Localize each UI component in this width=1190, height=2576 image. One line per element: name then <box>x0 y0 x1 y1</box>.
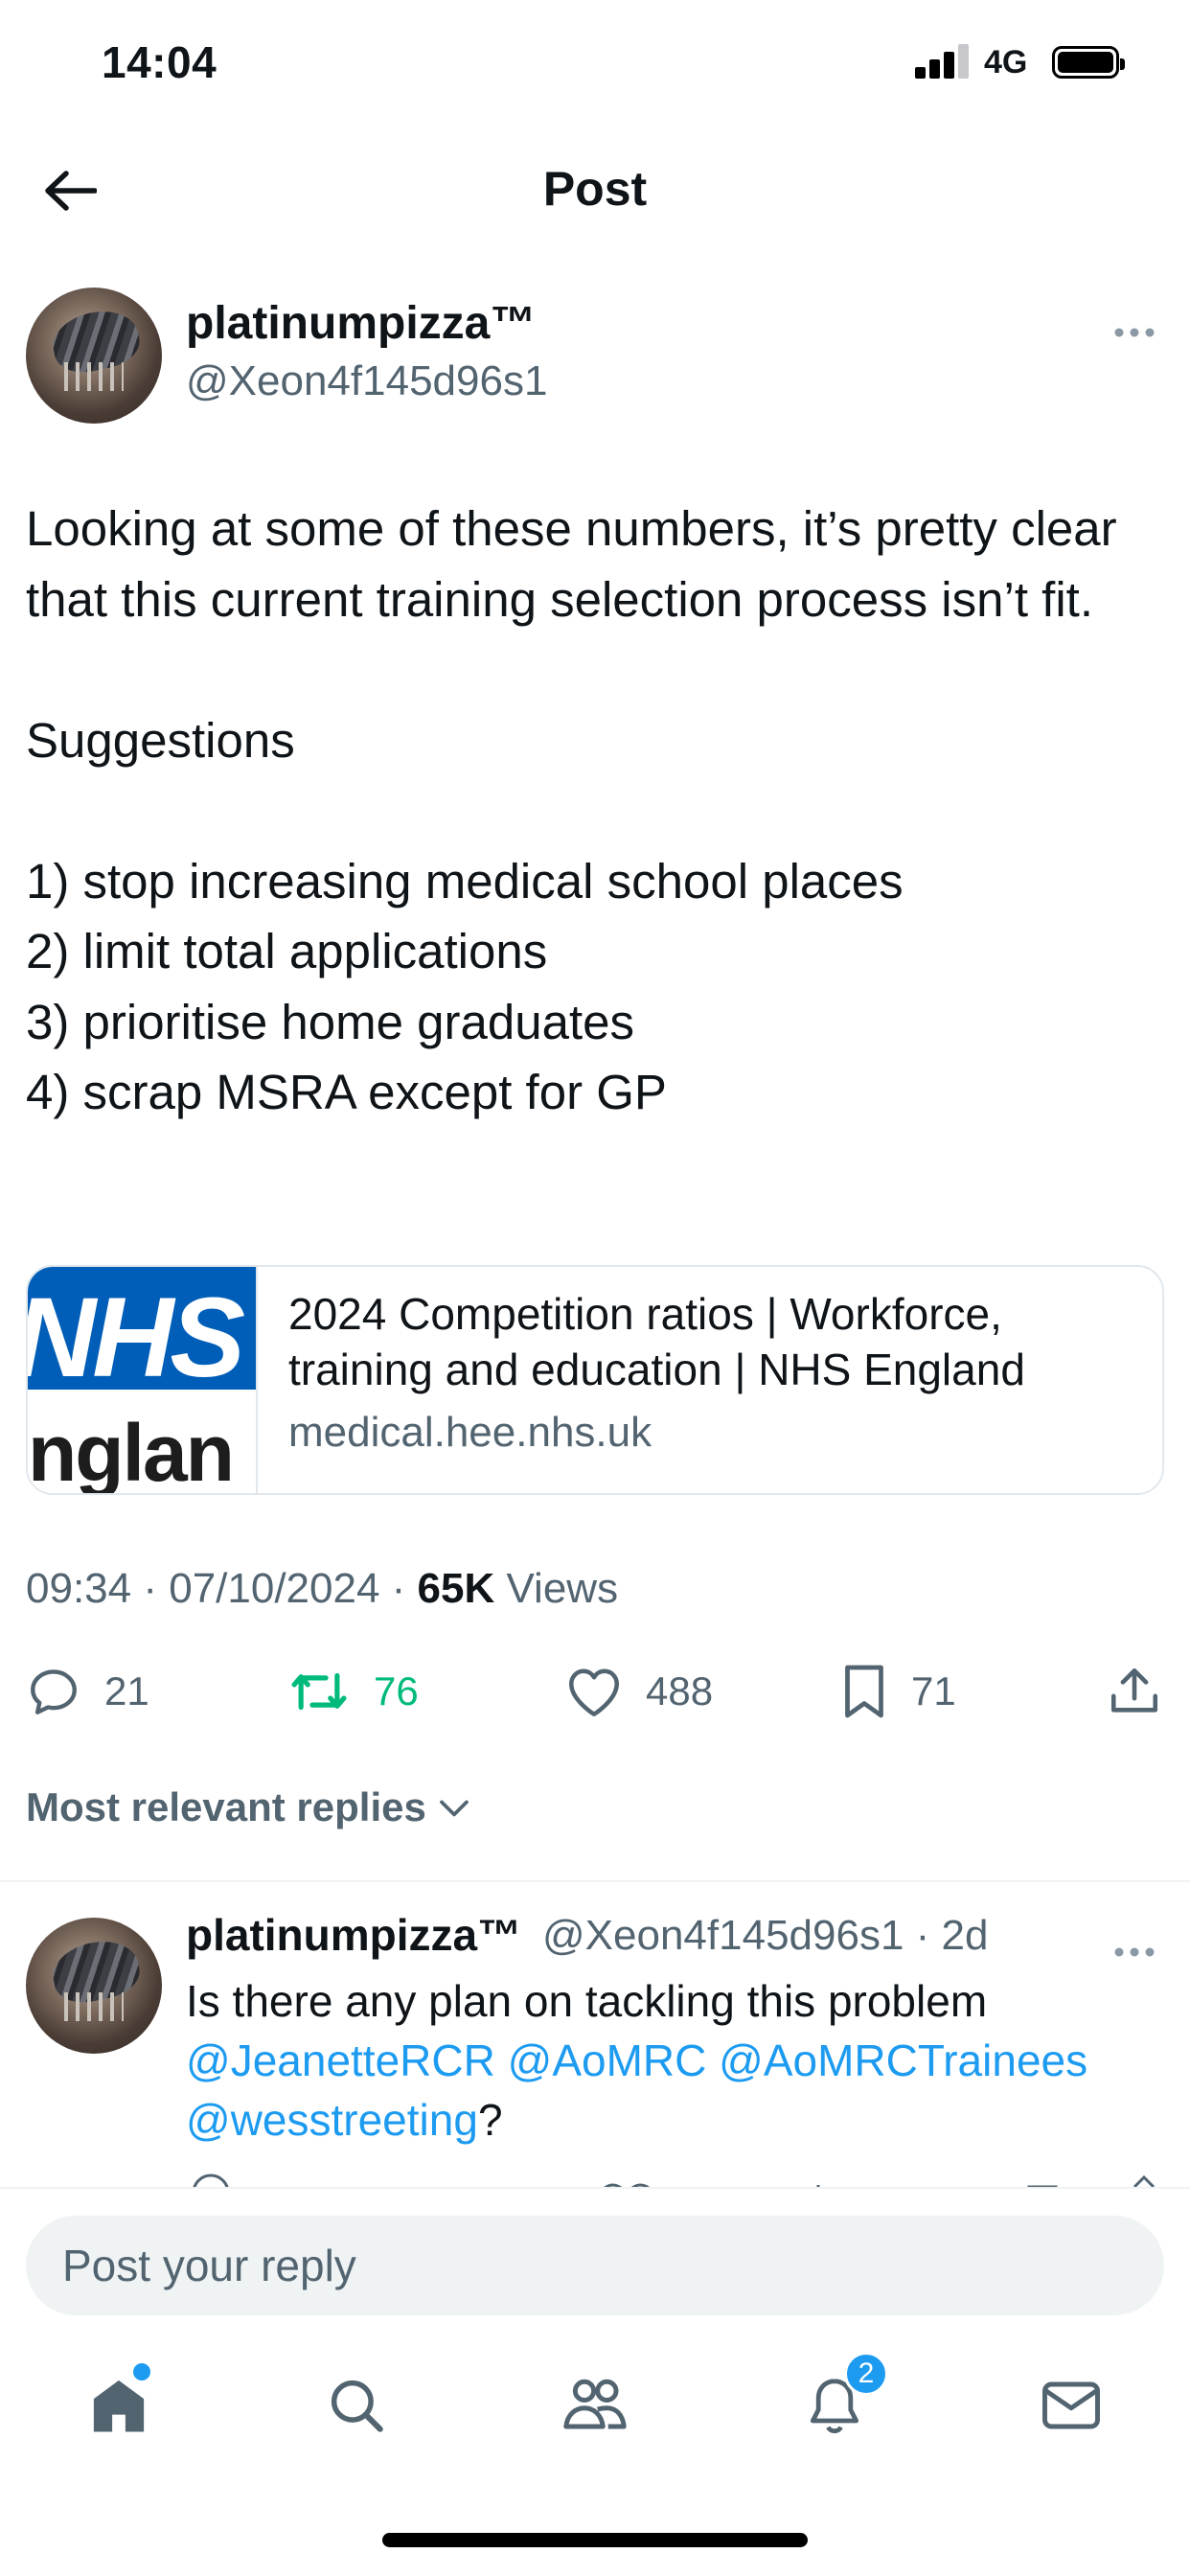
post-time: 09:34 <box>26 1565 132 1612</box>
more-options-button[interactable] <box>1113 305 1156 348</box>
author-avatar[interactable] <box>26 288 162 424</box>
share-button[interactable] <box>1107 1658 1162 1725</box>
page-title: Post <box>542 162 648 216</box>
reply-icon <box>31 1669 77 1714</box>
divider <box>0 1880 1190 1882</box>
reply-text-prefix: Is there any plan on tackling this probl… <box>186 1976 988 2026</box>
mention-link[interactable]: @AoMRC <box>508 2036 707 2085</box>
reply-handle[interactable]: @Xeon4f145d96s1 <box>542 1912 904 1959</box>
reply-more-options-button[interactable] <box>1113 1924 1156 1967</box>
reply-text-suffix: ? <box>477 2095 503 2145</box>
link-card[interactable]: NHS nglan 2024 Competition ratios | Work… <box>26 1265 1164 1495</box>
repost-count: 76 <box>374 1668 419 1714</box>
communities-icon <box>563 2379 627 2429</box>
home-icon <box>93 2380 145 2432</box>
like-button[interactable]: 488 <box>565 1658 713 1725</box>
reply-actions-icons <box>193 2174 1156 2187</box>
link-card-domain: medical.hee.nhs.uk <box>288 1409 652 1456</box>
home-unread-dot <box>133 2363 150 2380</box>
like-count: 488 <box>646 1668 714 1714</box>
network-label: 4G <box>984 44 1028 80</box>
reply-meta: @Xeon4f145d96s1 · 2d <box>542 1912 989 1959</box>
heart-icon <box>569 1668 619 1716</box>
nhs-england-logo: NHS nglan <box>28 1267 258 1495</box>
mention-link[interactable]: @JeanetteRCR <box>186 2036 495 2085</box>
mail-icon <box>1042 2381 1100 2429</box>
logo-text-top: NHS <box>28 1275 245 1401</box>
signal-icon <box>915 44 969 79</box>
replies-sort-dropdown[interactable]: Most relevant replies <box>26 1784 472 1830</box>
logo-text-bottom: nglan <box>28 1408 235 1495</box>
bookmark-icon <box>845 1665 883 1718</box>
battery-icon <box>1052 46 1125 79</box>
share-icon <box>1110 1668 1158 1713</box>
mention-link[interactable]: @AoMRCTrainees <box>719 2036 1087 2085</box>
bookmark-count: 71 <box>911 1668 956 1714</box>
top-nav: Post <box>0 144 1190 240</box>
author-handle[interactable]: @Xeon4f145d96s1 <box>186 357 547 405</box>
reply-author-name[interactable]: platinumpizza™ <box>186 1909 521 1961</box>
tab-messages[interactable] <box>1033 2367 1110 2444</box>
post-meta: 09:34 · 07/10/2024 · 65K Views <box>26 1565 619 1612</box>
repost-button[interactable]: 76 <box>287 1658 419 1725</box>
reply-actions-cut-off <box>186 2170 1163 2187</box>
reply-age: 2d <box>941 1912 989 1959</box>
tab-search[interactable] <box>318 2367 395 2444</box>
more-icon <box>1114 1947 1155 1957</box>
tab-communities[interactable] <box>557 2367 633 2444</box>
home-indicator <box>382 2533 808 2547</box>
link-card-title: 2024 Competition ratios | Workforce, tra… <box>288 1289 1025 1394</box>
post-actions: 21 76 488 71 <box>0 1658 1190 1725</box>
views-count: 65K <box>417 1565 495 1612</box>
sort-label: Most relevant replies <box>26 1784 426 1829</box>
reply-text: Is there any plan on tackling this probl… <box>186 1971 1154 2150</box>
search-icon <box>331 2380 383 2432</box>
post-date: 07/10/2024 <box>169 1565 380 1612</box>
composer-area: Post your reply <box>0 2187 1190 2331</box>
notifications-badge: 2 <box>844 2352 888 2396</box>
reply-input[interactable]: Post your reply <box>26 2216 1164 2315</box>
post-text: Looking at some of these numbers, it’s p… <box>26 501 1117 1119</box>
reply-avatar[interactable] <box>26 1918 162 2054</box>
views-label: Views <box>506 1565 619 1612</box>
bookmark-button[interactable]: 71 <box>840 1658 956 1725</box>
repost-icon <box>291 1672 347 1711</box>
more-icon <box>1114 328 1155 337</box>
chevron-down-icon <box>439 1800 469 1817</box>
reply-count: 21 <box>104 1668 149 1714</box>
mention-link[interactable]: @wesstreeting <box>186 2095 478 2145</box>
status-bar: 14:04 4G <box>0 0 1190 125</box>
status-time: 14:04 <box>102 37 217 87</box>
reply-button[interactable]: 21 <box>26 1658 149 1725</box>
bottom-tab-bar: 2 <box>0 2331 1190 2474</box>
author-name[interactable]: platinumpizza™ <box>186 297 536 350</box>
